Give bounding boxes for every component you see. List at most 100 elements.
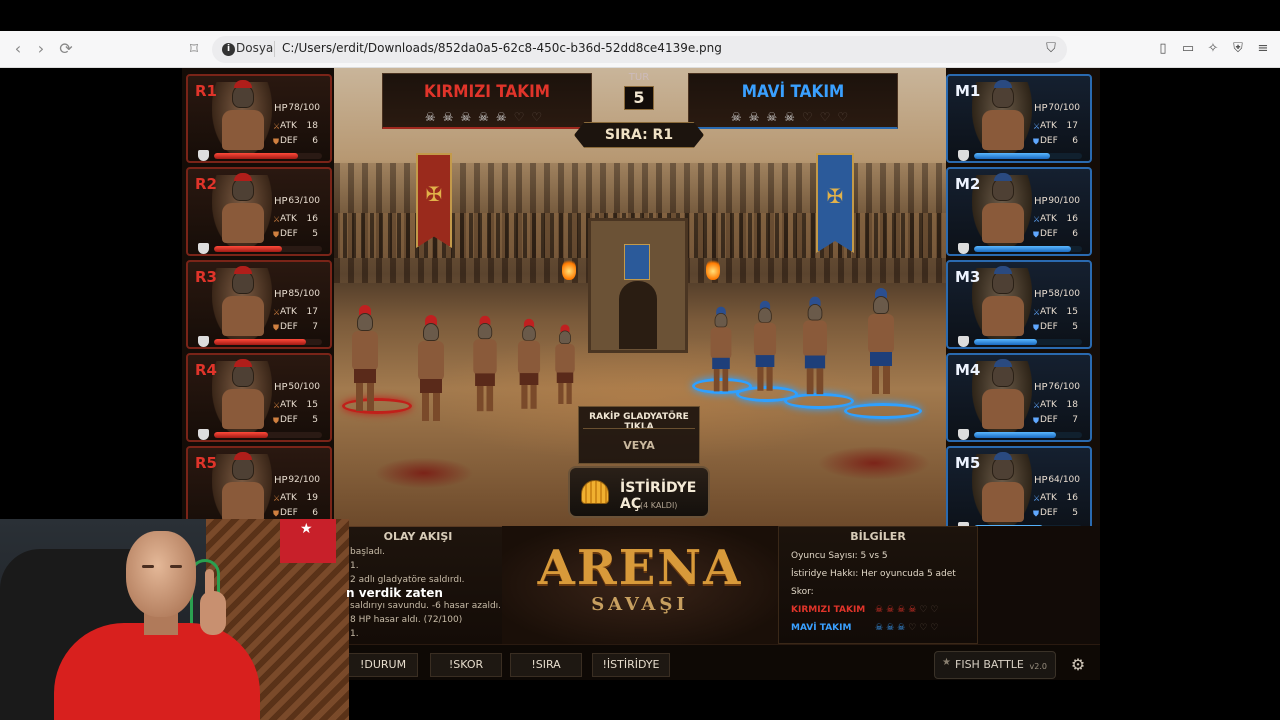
hp-value: 76/100 <box>1048 382 1080 392</box>
atk-value: 15 <box>306 400 318 410</box>
log-line: saldırıyı savundu. -6 hasar azaldı. <box>350 601 502 611</box>
turn-value: 5 <box>624 86 654 110</box>
torch-icon <box>562 258 576 280</box>
atk-value: 16 <box>1066 493 1078 503</box>
red-team-title: KIRMIZI TAKIM <box>423 82 551 102</box>
skull-icon: ☠ <box>460 110 479 124</box>
action-prompt: RAKİP GLADYATÖRE TIKLA VEYA <box>578 406 700 464</box>
shield-small-icon: ⛊ <box>273 137 279 146</box>
reload-icon[interactable]: ⟳ <box>56 39 76 59</box>
back-icon[interactable]: ‹ <box>8 39 28 59</box>
screen: ‹ › ⟳ ⌑ i Dosya C:/Users/erdit/Downloads… <box>0 0 1280 720</box>
blue-gladiator-card[interactable]: M1 HP 70/100 ⚔ ATK 17 ⛊ DEF 6 <box>946 74 1092 163</box>
sidebar-icon[interactable]: ▯ <box>1155 41 1171 57</box>
red-gladiator[interactable] <box>346 305 384 413</box>
hp-bar-fill <box>974 246 1072 252</box>
gladiator-portrait <box>972 266 1032 343</box>
hp-bar <box>214 339 322 345</box>
skull-icon: ☠ <box>886 623 898 633</box>
streamer-head <box>126 531 196 617</box>
empty-skull-icon: ♡ <box>930 605 942 615</box>
blue-gladiator[interactable] <box>798 296 833 396</box>
command-durum-button[interactable]: !DURUM <box>348 653 418 677</box>
hp-bar-fill <box>214 246 283 252</box>
hp-value: 64/100 <box>1048 475 1080 485</box>
url-text[interactable]: C:/Users/erdit/Downloads/852da0a5-62c8-4… <box>282 41 722 55</box>
brave-shield-icon[interactable]: ⛉ <box>1043 41 1059 57</box>
player-count: Oyuncu Sayısı: 5 vs 5 <box>791 551 888 561</box>
blue-gladiator[interactable] <box>706 306 736 393</box>
log-line: 2 adlı gladyatöre saldırdı. <box>350 575 465 585</box>
hp-label: HP <box>1034 289 1048 300</box>
star-icon: ★ <box>942 657 951 668</box>
bookmark-icon[interactable]: ⌑ <box>184 39 204 59</box>
command-skor-button[interactable]: !SKOR <box>430 653 502 677</box>
atk-label: ATK <box>280 493 297 503</box>
log-line: başladı. <box>350 547 386 557</box>
shield-icon <box>958 336 969 347</box>
skull-icon: ☠ <box>886 605 898 615</box>
red-gladiator-card[interactable]: R2 HP 63/100 ⚔ ATK 16 ⛊ DEF 5 <box>186 167 332 256</box>
hp-bar <box>214 432 322 438</box>
forward-icon[interactable]: › <box>31 39 51 59</box>
blue-score-label: MAVİ TAKIM <box>791 623 852 633</box>
command-sira-button[interactable]: !SIRA <box>510 653 582 677</box>
hp-value: 58/100 <box>1048 289 1080 299</box>
blue-gladiator-card[interactable]: M2 HP 90/100 ⚔ ATK 16 ⛊ DEF 6 <box>946 167 1092 256</box>
def-label: DEF <box>1040 322 1058 332</box>
log-line: 8 HP hasar aldı. (72/100) <box>350 615 463 625</box>
wallet-icon[interactable]: ▭ <box>1180 41 1196 57</box>
def-label: DEF <box>1040 508 1058 518</box>
hp-label: HP <box>1034 103 1048 114</box>
red-gladiator-card[interactable]: R3 HP 85/100 ⚔ ATK 17 ⛊ DEF 7 <box>186 260 332 349</box>
info-icon[interactable]: i <box>222 43 235 56</box>
torch-icon <box>706 258 720 280</box>
red-gladiator-card[interactable]: R4 HP 50/100 ⚔ ATK 15 ⛊ DEF 5 <box>186 353 332 442</box>
atk-value: 15 <box>1066 307 1078 317</box>
info-title: BİLGİLER <box>850 530 906 543</box>
red-gladiator-card[interactable]: R1 HP 78/100 ⚔ ATK 18 ⛊ DEF 6 <box>186 74 332 163</box>
red-team-skulls: ☠☠☠☠☠♡♡ <box>383 110 591 124</box>
open-oyster-button[interactable]: İSTİRİDYE AÇ (4 KALDI) <box>568 466 710 518</box>
def-label: DEF <box>1040 229 1058 239</box>
hp-value: 78/100 <box>288 103 320 113</box>
atk-label: ATK <box>280 214 297 224</box>
menu-icon[interactable]: ≡ <box>1255 41 1271 57</box>
gladiator-portrait <box>972 359 1032 436</box>
blue-gladiator-card[interactable]: M4 HP 76/100 ⚔ ATK 18 ⛊ DEF 7 <box>946 353 1092 442</box>
vpn-icon[interactable]: ⛨ <box>1230 41 1246 57</box>
atk-label: ATK <box>1040 400 1057 410</box>
streamer-hand <box>200 591 226 635</box>
blue-gladiator[interactable] <box>862 288 900 396</box>
shield-icon <box>198 336 209 347</box>
leo-ai-icon[interactable]: ✧ <box>1205 41 1221 57</box>
red-banner: ✠ <box>416 153 452 248</box>
address-bar[interactable]: i Dosya C:/Users/erdit/Downloads/852da0a… <box>212 36 1067 63</box>
blue-team-title: MAVİ TAKIM <box>741 82 845 102</box>
red-gladiator[interactable] <box>551 324 580 406</box>
blue-gladiator[interactable] <box>749 300 781 393</box>
hp-bar-fill <box>974 339 1037 345</box>
shield-small-icon: ⛊ <box>1033 323 1039 332</box>
skull-icon: ☠ <box>875 623 887 633</box>
gate-door <box>619 281 657 349</box>
hp-label: HP <box>274 382 288 393</box>
blue-selection-ring <box>844 403 922 419</box>
hp-bar-fill <box>214 432 268 438</box>
hp-bar <box>974 246 1082 252</box>
red-gladiator[interactable] <box>468 315 502 413</box>
def-label: DEF <box>1040 415 1058 425</box>
blue-gladiator-card[interactable]: M3 HP 58/100 ⚔ ATK 15 ⛊ DEF 5 <box>946 260 1092 349</box>
url-divider <box>274 41 275 57</box>
gladiator-id: M5 <box>955 454 981 472</box>
gladiator-portrait <box>212 266 272 343</box>
red-gladiator[interactable] <box>412 315 450 423</box>
red-gladiator[interactable] <box>513 318 545 411</box>
hp-label: HP <box>274 103 288 114</box>
fish-battle-badge[interactable]: ★ FISH BATTLE v2.0 <box>934 651 1056 679</box>
settings-gear-icon[interactable]: ⚙ <box>1066 653 1090 677</box>
empty-skull-icon: ♡ <box>919 605 931 615</box>
command-istiridye-button[interactable]: !İSTİRİDYE <box>592 653 670 677</box>
atk-label: ATK <box>1040 121 1057 131</box>
blue-gladiator-card[interactable]: M5 HP 64/100 ⚔ ATK 16 ⛊ DEF 5 <box>946 446 1092 535</box>
